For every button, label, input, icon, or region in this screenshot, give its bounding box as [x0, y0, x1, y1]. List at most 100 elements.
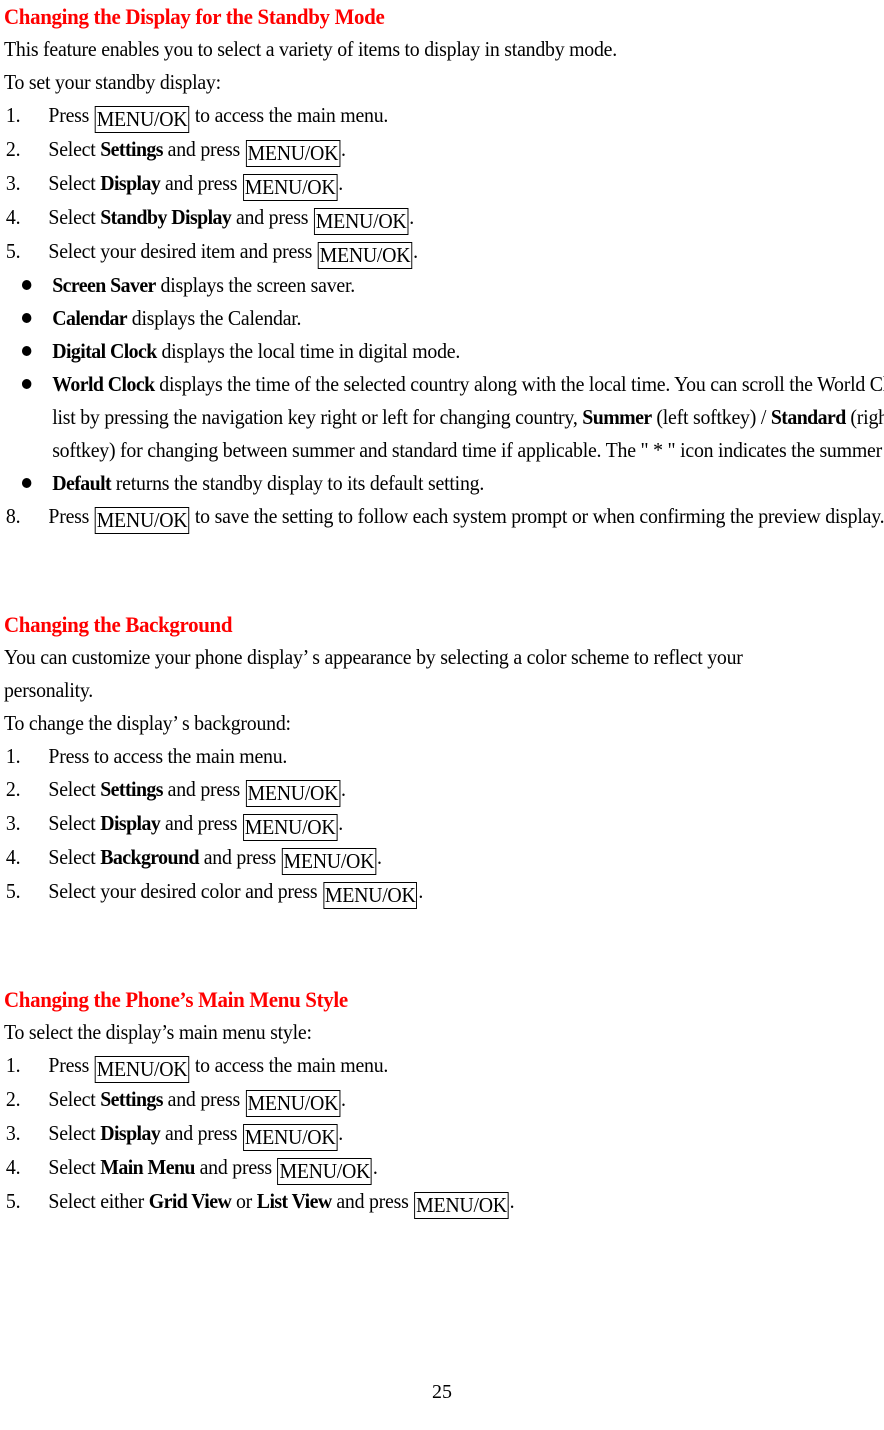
step-text-pre: Select	[48, 171, 101, 195]
step-text-pre: Select	[48, 137, 101, 161]
menu-ok-key[interactable]: MENU/OK	[242, 814, 338, 841]
step-text-mid: and press	[198, 845, 281, 869]
step-text-mid: and press	[162, 137, 245, 161]
step-number: 5.	[5, 239, 21, 263]
step-text-post: to save the setting to follow each syste…	[190, 504, 884, 528]
step-item: 4. Select Standby Display and press MENU/…	[4, 201, 884, 235]
step-item: 1. Press MENU/OK to access the main menu.	[4, 1049, 884, 1083]
page-content: Changing the Display for the Standby Mod…	[4, 0, 884, 1219]
step-number: 1.	[5, 744, 21, 768]
option-name: World Clock	[52, 372, 155, 396]
step-text-post: .	[413, 239, 418, 263]
menu-ok-key[interactable]: MENU/OK	[414, 1192, 509, 1219]
step-text-pre: Press	[48, 103, 94, 127]
menu-ok-key[interactable]: MENU/OK	[245, 1090, 341, 1117]
step-item: 3. Select Display and press MENU/OK.	[4, 1117, 884, 1151]
step-number: 2.	[5, 777, 21, 801]
step-text-mid-2: and press	[331, 1189, 414, 1213]
menu-ok-key[interactable]: MENU/OK	[94, 1056, 190, 1083]
step-text-post: .	[376, 845, 382, 869]
menu-ok-key[interactable]: MENU/OK	[323, 882, 418, 909]
section-intro-background-line1: You can customize your phone display’ s …	[4, 645, 743, 669]
menu-ok-key[interactable]: MENU/OK	[317, 242, 413, 269]
step-item: 3. Select Display and press MENU/OK.	[4, 167, 884, 201]
menu-ok-key[interactable]: MENU/OK	[242, 174, 338, 201]
step-item: 3. Select Display and press MENU/OK.	[4, 807, 884, 841]
menu-item-name-grid-view: Grid View	[148, 1189, 232, 1213]
menu-ok-key[interactable]: MENU/OK	[94, 507, 190, 534]
menu-ok-key[interactable]: MENU/OK	[313, 208, 409, 235]
step-text-mid: and press	[231, 205, 313, 229]
step-text-pre: Select	[48, 1155, 101, 1179]
step-text-pre: Select your desired color and press	[48, 879, 323, 903]
step-item: 5. Select your desired item and press MEN…	[4, 235, 884, 269]
bullet-item: Default returns the standby display to i…	[4, 467, 884, 500]
step-item-final: 8. Press MENU/OK to save the setting to f…	[4, 500, 884, 534]
menu-ok-key[interactable]: MENU/OK	[245, 780, 341, 807]
section-intro-standby-mode: This feature enables you to select a var…	[4, 37, 617, 61]
step-number: 3.	[5, 811, 21, 835]
step-text-pre: Select either	[48, 1189, 149, 1213]
softkey-name-standard: Standard	[770, 405, 846, 429]
step-item: 1. Press to access the main menu.	[4, 740, 884, 773]
step-text-pre: Select	[48, 1121, 101, 1145]
section-heading-main-menu-style: Changing the Phone’s Main Menu Style	[4, 987, 348, 1012]
step-number: 1.	[5, 1053, 21, 1077]
step-item: 4. Select Background and press MENU/OK.	[4, 841, 884, 875]
menu-ok-key[interactable]: MENU/OK	[242, 1124, 338, 1151]
section-heading-standby-mode: Changing the Display for the Standby Mod…	[4, 4, 385, 29]
step-item: 2. Select Settings and press MENU/OK.	[4, 773, 884, 807]
menu-item-name: Standby Display	[100, 205, 232, 229]
option-description: returns the standby display to its defau…	[111, 471, 485, 495]
option-name: Default	[52, 471, 112, 495]
bullet-dot-icon	[21, 379, 32, 389]
bullet-item: Digital Clock displays the local time in…	[4, 335, 884, 368]
step-text-post: .	[372, 1155, 378, 1179]
step-text-post: .	[340, 1087, 346, 1111]
step-item: 1. Press MENU/OK to access the main menu.	[4, 99, 884, 133]
option-description: displays the local time in digital mode.	[156, 339, 461, 363]
step-item: 5. Select either Grid View or List View a…	[4, 1185, 884, 1219]
menu-ok-key[interactable]: MENU/OK	[245, 140, 341, 167]
step-number: 4.	[5, 1155, 21, 1179]
bullet-dot-icon	[21, 478, 32, 488]
step-text-pre: Select	[48, 777, 101, 801]
menu-ok-key[interactable]: MENU/OK	[281, 848, 377, 875]
bullet-item: Screen Saver displays the screen saver.	[4, 269, 884, 302]
page-number: 25	[432, 1381, 452, 1403]
step-text-mid: and press	[162, 777, 245, 801]
step-text-post: .	[338, 811, 343, 835]
step-item: 2. Select Settings and press MENU/OK.	[4, 1083, 884, 1117]
step-number: 3.	[5, 171, 21, 195]
step-text-mid: and press	[162, 1087, 245, 1111]
step-text-post: .	[338, 171, 343, 195]
step-text-post: to access the main menu.	[190, 103, 389, 127]
step-item: 2. Select Settings and press MENU/OK.	[4, 133, 884, 167]
menu-item-name-list-view: List View	[256, 1189, 332, 1213]
step-text-mid: and press	[160, 811, 242, 835]
bullet-dot-icon	[21, 313, 32, 323]
step-number: 4.	[5, 205, 21, 229]
menu-item-name: Display	[100, 171, 161, 195]
step-number: 5.	[5, 1189, 21, 1213]
step-text-post: .	[340, 777, 346, 801]
option-description: displays the Calendar.	[127, 306, 302, 330]
bullet-item: Calendar displays the Calendar.	[4, 302, 884, 335]
step-text-pre: Select your desired item and press	[48, 239, 317, 263]
option-name: Screen Saver	[52, 273, 156, 297]
step-text-pre: Press	[48, 504, 94, 528]
menu-ok-key[interactable]: MENU/OK	[277, 1158, 372, 1185]
step-text-mid: and press	[160, 1121, 242, 1145]
step-text-pre: Press to access the main menu.	[48, 744, 288, 768]
menu-item-name: Display	[100, 1121, 161, 1145]
softkey-name-summer: Summer	[582, 405, 652, 429]
section-leadin-background: To change the display’ s background:	[4, 711, 291, 735]
step-text-post: to access the main menu.	[190, 1053, 389, 1077]
menu-item-name: Settings	[100, 777, 163, 801]
section-heading-background: Changing the Background	[4, 612, 233, 637]
menu-ok-key[interactable]: MENU/OK	[94, 106, 190, 133]
menu-item-name: Background	[100, 845, 199, 869]
step-text-post: .	[338, 1121, 343, 1145]
